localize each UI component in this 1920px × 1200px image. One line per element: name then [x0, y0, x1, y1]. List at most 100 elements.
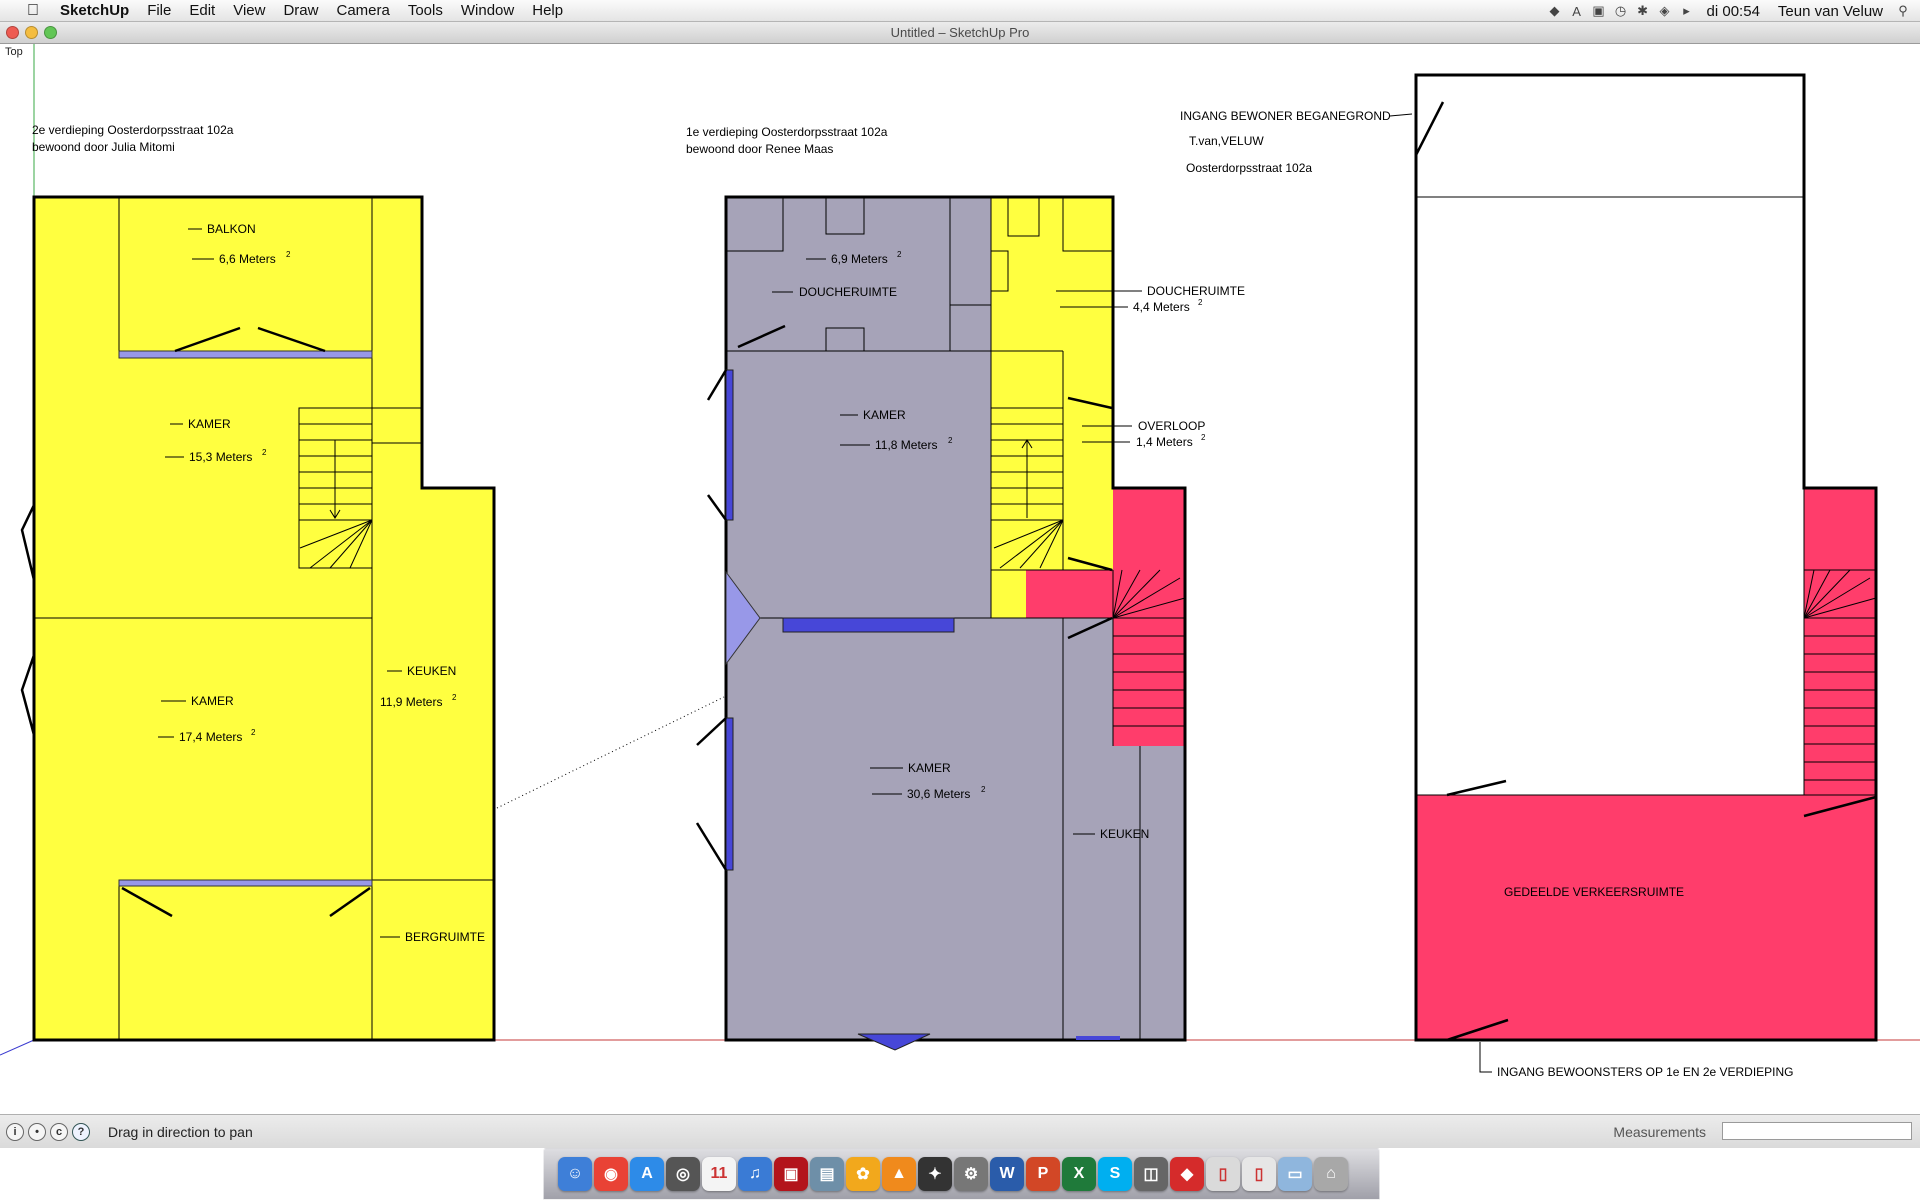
- floorplan-1e-verdieping[interactable]: 1e verdieping Oosterdorpsstraat 102a bew…: [686, 125, 1245, 1051]
- superscript: 2: [262, 448, 267, 457]
- geo-location-icon[interactable]: •: [28, 1123, 46, 1141]
- window-titlebar: Untitled – SketchUp Pro: [0, 22, 1920, 44]
- system-preferences-icon[interactable]: ⚙: [954, 1157, 988, 1191]
- plan1-window-kamer: [725, 369, 734, 521]
- room-label-douche-1b: DOUCHERUIMTE: [1147, 284, 1245, 298]
- photo-booth-icon[interactable]: ▣: [774, 1157, 808, 1191]
- plan0-pink-stair: [1804, 488, 1876, 795]
- room-label-kamer-1b: KAMER: [908, 761, 951, 775]
- plan1-overloop-yellow: [991, 570, 1026, 618]
- statusbar: i • c ? Drag in direction to pan Measure…: [0, 1114, 1920, 1148]
- room-label-overloop: OVERLOOP: [1138, 419, 1205, 433]
- notification-icon[interactable]: ◆: [1544, 3, 1566, 19]
- plan1-stair-yellow: [991, 351, 1113, 570]
- menu-tools[interactable]: Tools: [399, 2, 452, 19]
- image-capture-icon[interactable]: ◫: [1134, 1157, 1168, 1191]
- skype-icon[interactable]: S: [1098, 1157, 1132, 1191]
- help-icon[interactable]: ?: [72, 1123, 90, 1141]
- wifi-icon[interactable]: ◈: [1654, 3, 1676, 19]
- room-label-kamer-2a: KAMER: [188, 417, 231, 431]
- adobe-icon[interactable]: A: [1566, 4, 1588, 19]
- plan1-heading-1: 1e verdieping Oosterdorpsstraat 102a: [686, 125, 888, 139]
- superscript: 2: [286, 250, 291, 259]
- plan0-author-note: T.van,VELUW: [1189, 134, 1264, 148]
- superscript: 2: [897, 250, 902, 259]
- trash-icon[interactable]: ⌂: [1314, 1157, 1348, 1191]
- plan2-window-balkon: [118, 350, 373, 359]
- excel-icon[interactable]: X: [1062, 1157, 1096, 1191]
- volume-icon[interactable]: ▸: [1676, 3, 1698, 19]
- facetime-icon[interactable]: ◎: [666, 1157, 700, 1191]
- downloads-folder-icon[interactable]: ▭: [1278, 1157, 1312, 1191]
- floorplan-begane-grond[interactable]: INGANG BEWONER BEGANEGROND T.van,VELUW O…: [1180, 73, 1878, 1079]
- vlc-icon[interactable]: ▲: [882, 1157, 916, 1191]
- finder-icon[interactable]: ☺: [558, 1157, 592, 1191]
- menubar:  SketchUp File Edit View Draw Camera To…: [0, 0, 1920, 22]
- dock: ☺ ◉ A ◎ 11 ♫ ▣ ▤ ✿ ▲ ✦ ⚙ W P X S ◫ ◆ ▯ ▯ ▭ ⌂: [543, 1148, 1380, 1200]
- itunes-icon[interactable]: ♫: [738, 1157, 772, 1191]
- menubar-clock[interactable]: di 00:54: [1698, 3, 1769, 20]
- time-machine-icon[interactable]: ◷: [1610, 3, 1632, 19]
- apple-icon[interactable]: : [18, 2, 48, 20]
- room-area-keuken-2: 11,9 Meters: [380, 695, 442, 709]
- menubar-user[interactable]: Teun van Veluw: [1769, 3, 1892, 20]
- app-store-icon[interactable]: A: [630, 1157, 664, 1191]
- measurements-label: Measurements: [1613, 1124, 1706, 1140]
- calendar-icon[interactable]: 11: [702, 1157, 736, 1191]
- measurements-input[interactable]: [1722, 1122, 1912, 1140]
- menu-camera[interactable]: Camera: [327, 2, 398, 19]
- menu-draw[interactable]: Draw: [274, 2, 327, 19]
- spotlight-search-icon[interactable]: ⚲: [1892, 3, 1914, 19]
- powerpoint-icon[interactable]: P: [1026, 1157, 1060, 1191]
- plan0-entrance-label: INGANG BEWOONSTERS OP 1e EN 2e VERDIEPIN…: [1497, 1065, 1794, 1079]
- document-icon[interactable]: ▯: [1206, 1157, 1240, 1191]
- plan1-heading-2: bewoond door Renee Maas: [686, 142, 833, 156]
- menu-app-name[interactable]: SketchUp: [48, 2, 138, 19]
- drawing-canvas[interactable]: Top 2e verdieping Oosterdorpsstraat 102a…: [0, 44, 1920, 1114]
- user-info-icon[interactable]: i: [6, 1123, 24, 1141]
- floorplan-drawing[interactable]: 2e verdieping Oosterdorpsstraat 102a bew…: [0, 44, 1920, 1114]
- display-icon[interactable]: ▣: [1588, 3, 1610, 19]
- superscript: 2: [948, 436, 953, 445]
- statusbar-hint: Drag in direction to pan: [108, 1124, 253, 1140]
- room-area-douche-1b: 4,4 Meters: [1133, 300, 1190, 314]
- room-label-balkon: BALKON: [207, 222, 256, 236]
- floorplan-2e-verdieping[interactable]: 2e verdieping Oosterdorpsstraat 102a bew…: [20, 123, 496, 1042]
- plan1-front-window-small: [1076, 1036, 1120, 1040]
- blue-axis: [0, 1039, 35, 1056]
- credits-icon[interactable]: c: [50, 1123, 68, 1141]
- word-icon[interactable]: W: [990, 1157, 1024, 1191]
- menu-view[interactable]: View: [224, 2, 274, 19]
- bluetooth-icon[interactable]: ✱: [1632, 3, 1654, 19]
- chrome-icon[interactable]: ◉: [594, 1157, 628, 1191]
- menu-file[interactable]: File: [138, 2, 180, 19]
- room-label-bergruimte: BERGRUIMTE: [405, 930, 485, 944]
- plan1-pink-stair: [1113, 488, 1185, 746]
- plan1-window-kamer-large: [725, 717, 734, 871]
- plan2-heading-2: bewoond door Julia Mitomi: [32, 140, 175, 154]
- plan1-door-blue: [782, 617, 955, 633]
- plan1-front-window: [857, 1033, 931, 1051]
- plan0-entrance-note: INGANG BEWONER BEGANEGROND: [1180, 109, 1391, 123]
- menu-edit[interactable]: Edit: [180, 2, 224, 19]
- superscript: 2: [1198, 298, 1203, 307]
- room-area-kamer-1b: 30,6 Meters: [907, 787, 970, 801]
- document-2-icon[interactable]: ▯: [1242, 1157, 1276, 1191]
- room-area-kamer-2a: 15,3 Meters: [189, 450, 252, 464]
- superscript: 2: [1201, 433, 1206, 442]
- superscript: 2: [452, 693, 457, 702]
- room-area-balkon: 6,6 Meters: [219, 252, 276, 266]
- plan0-shared-space-label: GEDEELDE VERKEERSRUIMTE: [1504, 885, 1684, 899]
- plan0-address-note: Oosterdorpsstraat 102a: [1186, 161, 1312, 175]
- menu-window[interactable]: Window: [452, 2, 523, 19]
- plan1-pink-landing: [1026, 570, 1113, 618]
- menu-help[interactable]: Help: [523, 2, 572, 19]
- inkscape-icon[interactable]: ✦: [918, 1157, 952, 1191]
- room-area-overloop: 1,4 Meters: [1136, 435, 1193, 449]
- iphoto-icon[interactable]: ▤: [810, 1157, 844, 1191]
- plan1-doucheruimte-yellow: [991, 197, 1113, 351]
- room-area-kamer-2b: 17,4 Meters: [179, 730, 242, 744]
- room-label-keuken-2: KEUKEN: [407, 664, 456, 678]
- sketchup-icon[interactable]: ◆: [1170, 1157, 1204, 1191]
- picasa-icon[interactable]: ✿: [846, 1157, 880, 1191]
